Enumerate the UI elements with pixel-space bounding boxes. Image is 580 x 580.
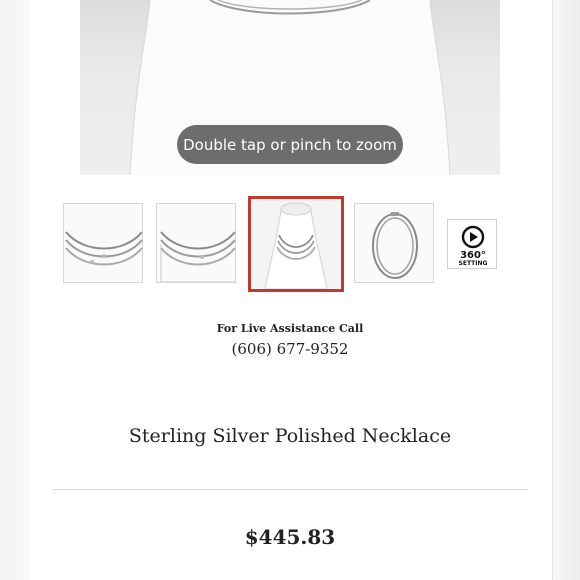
spin-setting-label: SETTING [459, 260, 488, 267]
thumbnail-2[interactable] [156, 203, 236, 283]
divider [52, 489, 528, 490]
thumbnail-3-selected[interactable] [248, 196, 344, 292]
right-margin [552, 0, 580, 580]
necklace-measurement-thumbnail [160, 231, 235, 282]
necklace-full-length-thumbnail [372, 212, 418, 279]
live-assistance-label: For Live Assistance Call [216, 322, 364, 335]
product-price: $445.83 [244, 525, 336, 549]
zoom-hint-pill: Double tap or pinch to zoom [177, 125, 403, 164]
thumbnail-4[interactable] [354, 203, 434, 283]
necklace-thumbnail-image [65, 231, 142, 266]
thumbnail-1[interactable] [63, 203, 143, 283]
necklace-bust-thumbnail [264, 202, 328, 289]
play-icon: 360° SETTING [459, 225, 488, 267]
product-main-image[interactable]: Double tap or pinch to zoom [80, 0, 500, 175]
phone-number-link[interactable]: (606) 677-9352 [0, 340, 580, 358]
spin-360-button[interactable]: 360° SETTING [447, 219, 497, 269]
left-margin [0, 0, 30, 580]
product-title: Sterling Silver Polished Necklace [128, 425, 452, 447]
